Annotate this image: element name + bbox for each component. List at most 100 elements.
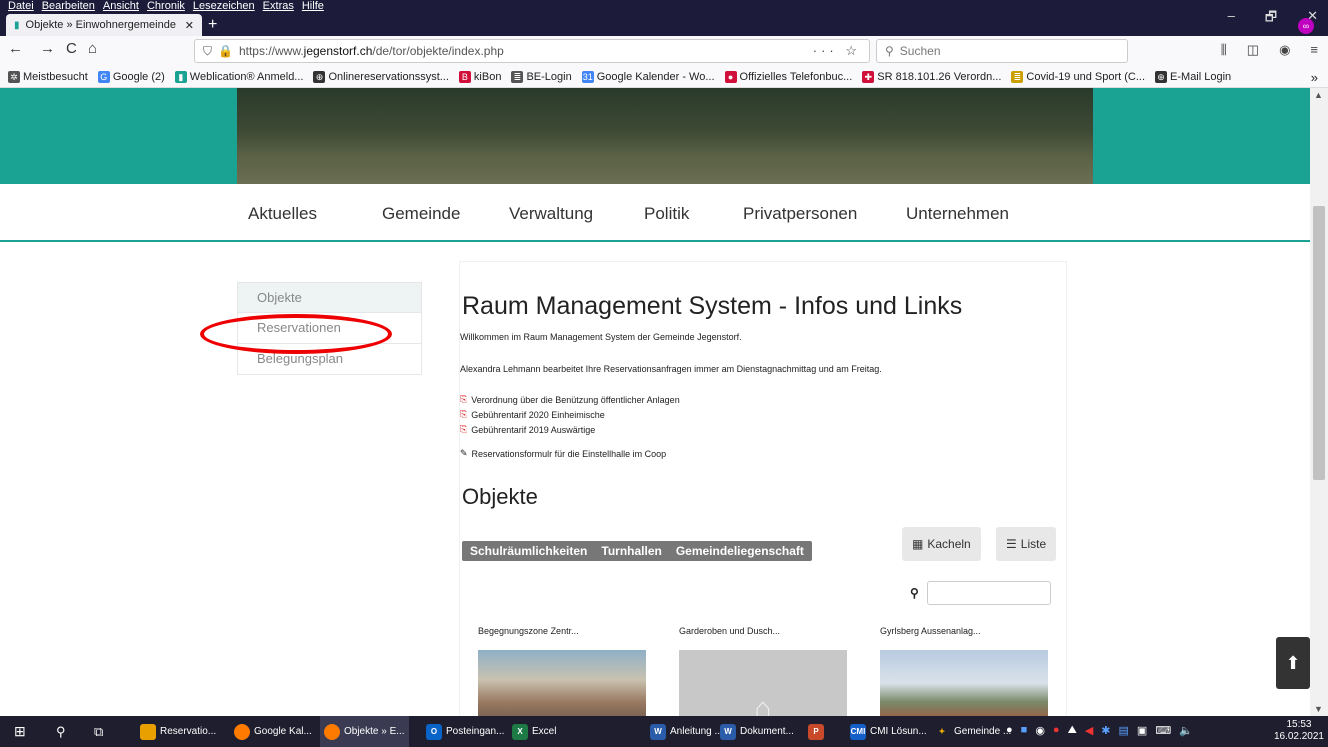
network-icon[interactable]: ⌨ (1155, 724, 1171, 737)
menu-extras[interactable]: Extras (263, 0, 294, 14)
close-window-button[interactable]: ✕ (1307, 8, 1318, 30)
tile-caption: Garderoben und Dusch... (679, 626, 781, 636)
nav-privatpersonen[interactable]: Privatpersonen (743, 204, 857, 224)
highlight-circle (200, 314, 392, 354)
account-icon[interactable]: ◉ (1279, 42, 1290, 58)
taskbar-item-posteingang[interactable]: O Posteingan... (426, 716, 504, 747)
bookmark-icon: ≣ (511, 70, 524, 83)
url-domain: jegenstorf.ch (303, 44, 373, 58)
volume-icon[interactable]: 🔈 (1179, 724, 1193, 737)
powerpoint-icon[interactable]: P (808, 716, 824, 747)
filter-schulraeumlichkeiten[interactable]: Schulräumlichkeiten (470, 544, 587, 558)
lock-icon[interactable]: 🔒 (218, 44, 233, 58)
document-link[interactable]: ⎘ Gebührentarif 2020 Einheimische (460, 409, 605, 420)
scroll-up-icon[interactable]: ▲ (1314, 90, 1323, 100)
reload-button[interactable]: C (66, 40, 77, 57)
nav-aktuelles[interactable]: Aktuelles (248, 204, 317, 224)
clock[interactable]: 15:53 16.02.2021 (1274, 719, 1324, 743)
bookmark-item[interactable]: G Google (2) (97, 70, 165, 83)
url-bar[interactable]: ⛉ 🔒 https://www.jegenstorf.ch/de/tor/obj… (194, 39, 870, 63)
nav-unternehmen[interactable]: Unternehmen (906, 204, 1009, 224)
bookmark-label: Covid-19 und Sport (C... (1026, 70, 1146, 83)
forward-button[interactable]: → (40, 40, 55, 57)
view-tiles-button[interactable]: ▦ Kacheln (902, 527, 981, 561)
menu-bearbeiten[interactable]: Bearbeiten (42, 0, 95, 14)
tray-icon[interactable]: ◀ (1085, 724, 1093, 737)
tray-icon[interactable]: ▣ (1137, 724, 1147, 737)
outlook-icon: O (426, 723, 442, 740)
page-actions[interactable]: ··· ☆ (813, 43, 861, 59)
bookmark-icon: ✲ (8, 70, 20, 83)
nav-politik[interactable]: Politik (644, 204, 689, 224)
close-tab-icon[interactable]: ✕ (185, 19, 194, 32)
taskbar-item-objekte[interactable]: Objekte » E... (320, 716, 409, 747)
document-link[interactable]: ⎘ Gebührentarif 2019 Auswärtige (460, 424, 595, 435)
taskbar-item-gemeinde[interactable]: ✦ Gemeinde ... (934, 716, 1012, 747)
bookmarks-more-icon[interactable]: » (1311, 70, 1318, 85)
scrollbar-thumb[interactable] (1313, 206, 1325, 480)
sidebar-item-objekte[interactable]: Objekte (237, 282, 422, 313)
menu-ansicht[interactable]: Ansicht (103, 0, 139, 14)
object-tile[interactable]: Garderoben und Dusch... ⌂ (679, 626, 847, 716)
bookmark-item[interactable]: BkiBon (458, 70, 501, 83)
taskbar-item-google-kal[interactable]: Google Kal... (234, 716, 312, 747)
shield-icon[interactable]: ⛉ (203, 44, 212, 59)
search-bar[interactable]: ⚲ Suchen (876, 39, 1128, 63)
page-scrollbar[interactable]: ▲ ▼ (1310, 88, 1328, 716)
menu-lesezeichen[interactable]: Lesezeichen (193, 0, 255, 14)
bookmark-item[interactable]: 31 Google Kalender - Wo... (581, 70, 715, 83)
bookmark-item[interactable]: ≣ BE-Login (511, 70, 572, 83)
tray-icon[interactable]: ◉ (1035, 724, 1045, 737)
taskbar-item-dokument[interactable]: W Dokument... (720, 716, 794, 747)
menu-bar: Datei Bearbeiten Ansicht Chronik Lesezei… (8, 0, 324, 14)
hamburger-menu-icon[interactable]: ≡ (1310, 42, 1318, 58)
task-view-icon[interactable]: ⧉ (94, 716, 103, 747)
menu-chronik[interactable]: Chronik (147, 0, 185, 14)
back-button[interactable]: ← (8, 40, 23, 57)
nav-verwaltung[interactable]: Verwaltung (509, 204, 593, 224)
bookmark-item[interactable]: ≣ Covid-19 und Sport (C... (1011, 70, 1146, 83)
bookmark-item[interactable]: ⊕ Onlinereservationssyst... (313, 70, 449, 83)
bookmark-item[interactable]: ✚ SR 818.101.26 Verordn... (862, 70, 1001, 83)
view-list-button[interactable]: ☰ Liste (996, 527, 1057, 561)
sidebar-icon[interactable]: ◫ (1247, 42, 1259, 58)
bluetooth-icon[interactable]: ✱ (1101, 724, 1110, 737)
tray-icon[interactable]: ● (1053, 724, 1060, 737)
bookmark-item[interactable]: ▮ Weblication® Anmeld... (174, 70, 303, 83)
tray-icon[interactable]: ● (1006, 724, 1013, 737)
taskbar-item-excel[interactable]: X Excel (512, 716, 556, 747)
tab-objekte[interactable]: ▮ Objekte » Einwohnergemeinde ✕ (6, 14, 202, 36)
search-icon[interactable]: ⚲ (56, 716, 66, 747)
taskbar-item-cmi[interactable]: CMI CMI Lösun... (850, 716, 927, 747)
nav-gemeinde[interactable]: Gemeinde (382, 204, 460, 224)
home-button[interactable]: ⌂ (88, 40, 97, 57)
object-tile[interactable]: Gyrlsberg Aussenanlag... (880, 626, 1048, 716)
form-link[interactable]: ✎ Reservationsformulr für die Einstellhal… (460, 448, 666, 459)
back-to-top-button[interactable]: ⬆ (1276, 637, 1310, 689)
bookmark-item[interactable]: ✲ Meistbesucht (8, 70, 88, 83)
tray-icon[interactable]: ⛰ (1068, 724, 1077, 737)
menu-hilfe[interactable]: Hilfe (302, 0, 324, 14)
filter-turnhallen[interactable]: Turnhallen (601, 544, 661, 558)
bookmark-label: Google Kalender - Wo... (596, 70, 715, 83)
filter-gemeindeliegenschaft[interactable]: Gemeindeliegenschaft (676, 544, 804, 558)
object-tile[interactable]: Begegnungszone Zentr... (478, 626, 646, 716)
library-icon[interactable]: ⫼ (1221, 42, 1227, 58)
header-photo (237, 88, 1093, 184)
app-icon (140, 723, 156, 740)
document-link[interactable]: ⎘ Verordnung über die Benützung öffentlic… (460, 394, 680, 405)
object-search-input[interactable] (926, 581, 1051, 605)
bookmark-item[interactable]: ⊕ E-Mail Login (1155, 70, 1231, 83)
taskbar-item-reservatio[interactable]: Reservatio... (140, 716, 216, 747)
new-tab-button[interactable]: + (208, 16, 217, 34)
tray-icon[interactable]: ▤ (1119, 724, 1129, 737)
taskbar-item-anleitung[interactable]: W Anleitung ... (650, 716, 723, 747)
restore-button[interactable]: 🗗 (1265, 8, 1277, 30)
minimize-button[interactable]: – (1228, 8, 1235, 30)
navigation-toolbar: ← → C ⌂ ⛉ 🔒 https://www.jegenstorf.ch/de… (0, 36, 1328, 66)
windows-start-icon[interactable]: ⊞ (14, 716, 26, 747)
tray-icon[interactable]: ■ (1021, 724, 1028, 737)
menu-datei[interactable]: Datei (8, 0, 34, 14)
scroll-down-icon[interactable]: ▼ (1314, 704, 1323, 714)
bookmark-item[interactable]: ● Offizielles Telefonbuc... (724, 70, 852, 83)
